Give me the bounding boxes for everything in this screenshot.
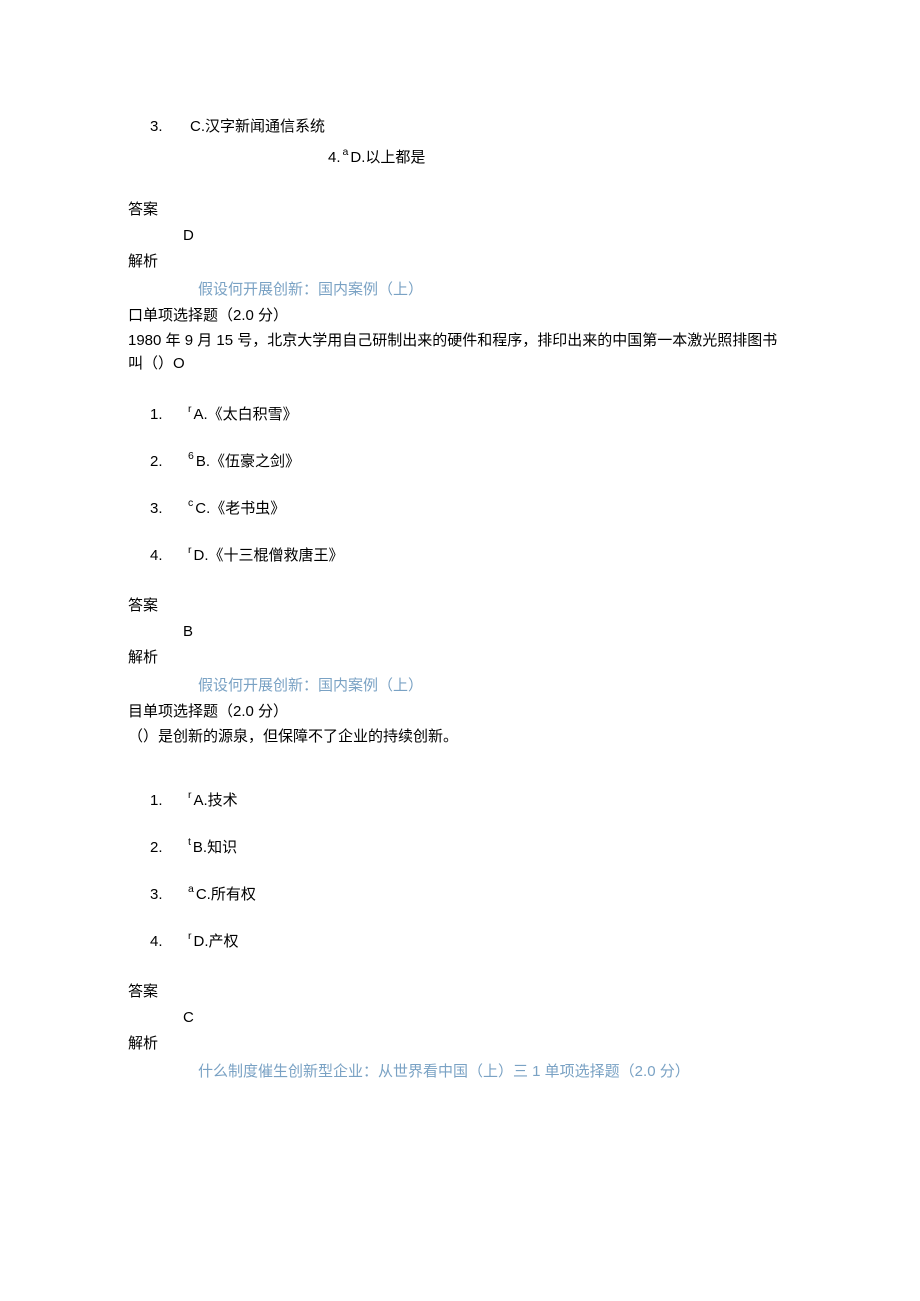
option-number: 4.: [150, 544, 188, 568]
option-number: 1.: [150, 789, 188, 813]
answer-value: D: [183, 224, 792, 248]
option-text: tB.知识: [188, 835, 237, 860]
option-number: 3.: [150, 497, 188, 521]
q2-option-1: 1. rA.技术: [128, 788, 792, 813]
option-text: 6B.《伍豪之剑》: [188, 449, 300, 474]
q2-option-3: 3. aC.所有权: [128, 882, 792, 907]
option-number: 3.: [150, 115, 188, 139]
option-number: 4.: [328, 146, 341, 170]
q2-option-4: 4. rD.产权: [128, 929, 792, 954]
analysis-value: 什么制度催生创新型企业：从世界看中国（上）三 1 单项选择题（2.0 分）: [198, 1060, 792, 1084]
analysis-label: 解析: [128, 1032, 792, 1056]
option-number: 4.: [150, 930, 188, 954]
q1-options: 1. rA.《太白积雪》 2. 6B.《伍豪之剑》 3. cC.《老书虫》 4.…: [128, 402, 792, 568]
option-number: 1.: [150, 403, 188, 427]
question-stem: （）是创新的源泉，但保障不了企业的持续创新。: [128, 725, 792, 748]
option-number: 3.: [150, 883, 188, 907]
analysis-value: 假设何开展创新：国内案例（上）: [198, 674, 792, 698]
answer-value: B: [183, 620, 792, 644]
q2-option-2: 2. tB.知识: [128, 835, 792, 860]
analysis-label: 解析: [128, 646, 792, 670]
option-text: aD.以上都是: [343, 145, 426, 170]
document-page: 3. C.汉字新闻通信系统 4. aD.以上都是 答案 D 解析 假设何开展创新…: [0, 0, 920, 1301]
option-number: 2.: [150, 836, 188, 860]
q1-option-3: 3. cC.《老书虫》: [128, 496, 792, 521]
answer-value: C: [183, 1006, 792, 1030]
option-text: rD.《十三棍僧救唐王》: [188, 543, 344, 568]
question-type: 口单项选择题（2.0 分）: [128, 304, 792, 328]
q2-options: 1. rA.技术 2. tB.知识 3. aC.所有权 4. rD.产权: [128, 788, 792, 954]
option-text: cC.《老书虫》: [188, 496, 285, 521]
analysis-label: 解析: [128, 250, 792, 274]
answer-label: 答案: [128, 198, 792, 222]
option-number: 2.: [150, 450, 188, 474]
answer-label: 答案: [128, 594, 792, 618]
option-text: C.汉字新闻通信系统: [188, 114, 325, 139]
q0-option-3: 3. C.汉字新闻通信系统: [128, 114, 792, 139]
option-text: rD.产权: [188, 929, 239, 954]
answer-label: 答案: [128, 980, 792, 1004]
option-text: rA.技术: [188, 788, 238, 813]
option-text: rA.《太白积雪》: [188, 402, 298, 427]
question-stem: 1980 年 9 月 15 号，北京大学用自己研制出来的硬件和程序，排印出来的中…: [128, 329, 792, 376]
analysis-value: 假设何开展创新：国内案例（上）: [198, 278, 792, 302]
question-type: 目单项选择题（2.0 分）: [128, 700, 792, 724]
q0-option-4: 4. aD.以上都是: [328, 145, 792, 170]
q1-option-1: 1. rA.《太白积雪》: [128, 402, 792, 427]
option-text: aC.所有权: [188, 882, 256, 907]
q1-option-4: 4. rD.《十三棍僧救唐王》: [128, 543, 792, 568]
q1-option-2: 2. 6B.《伍豪之剑》: [128, 449, 792, 474]
